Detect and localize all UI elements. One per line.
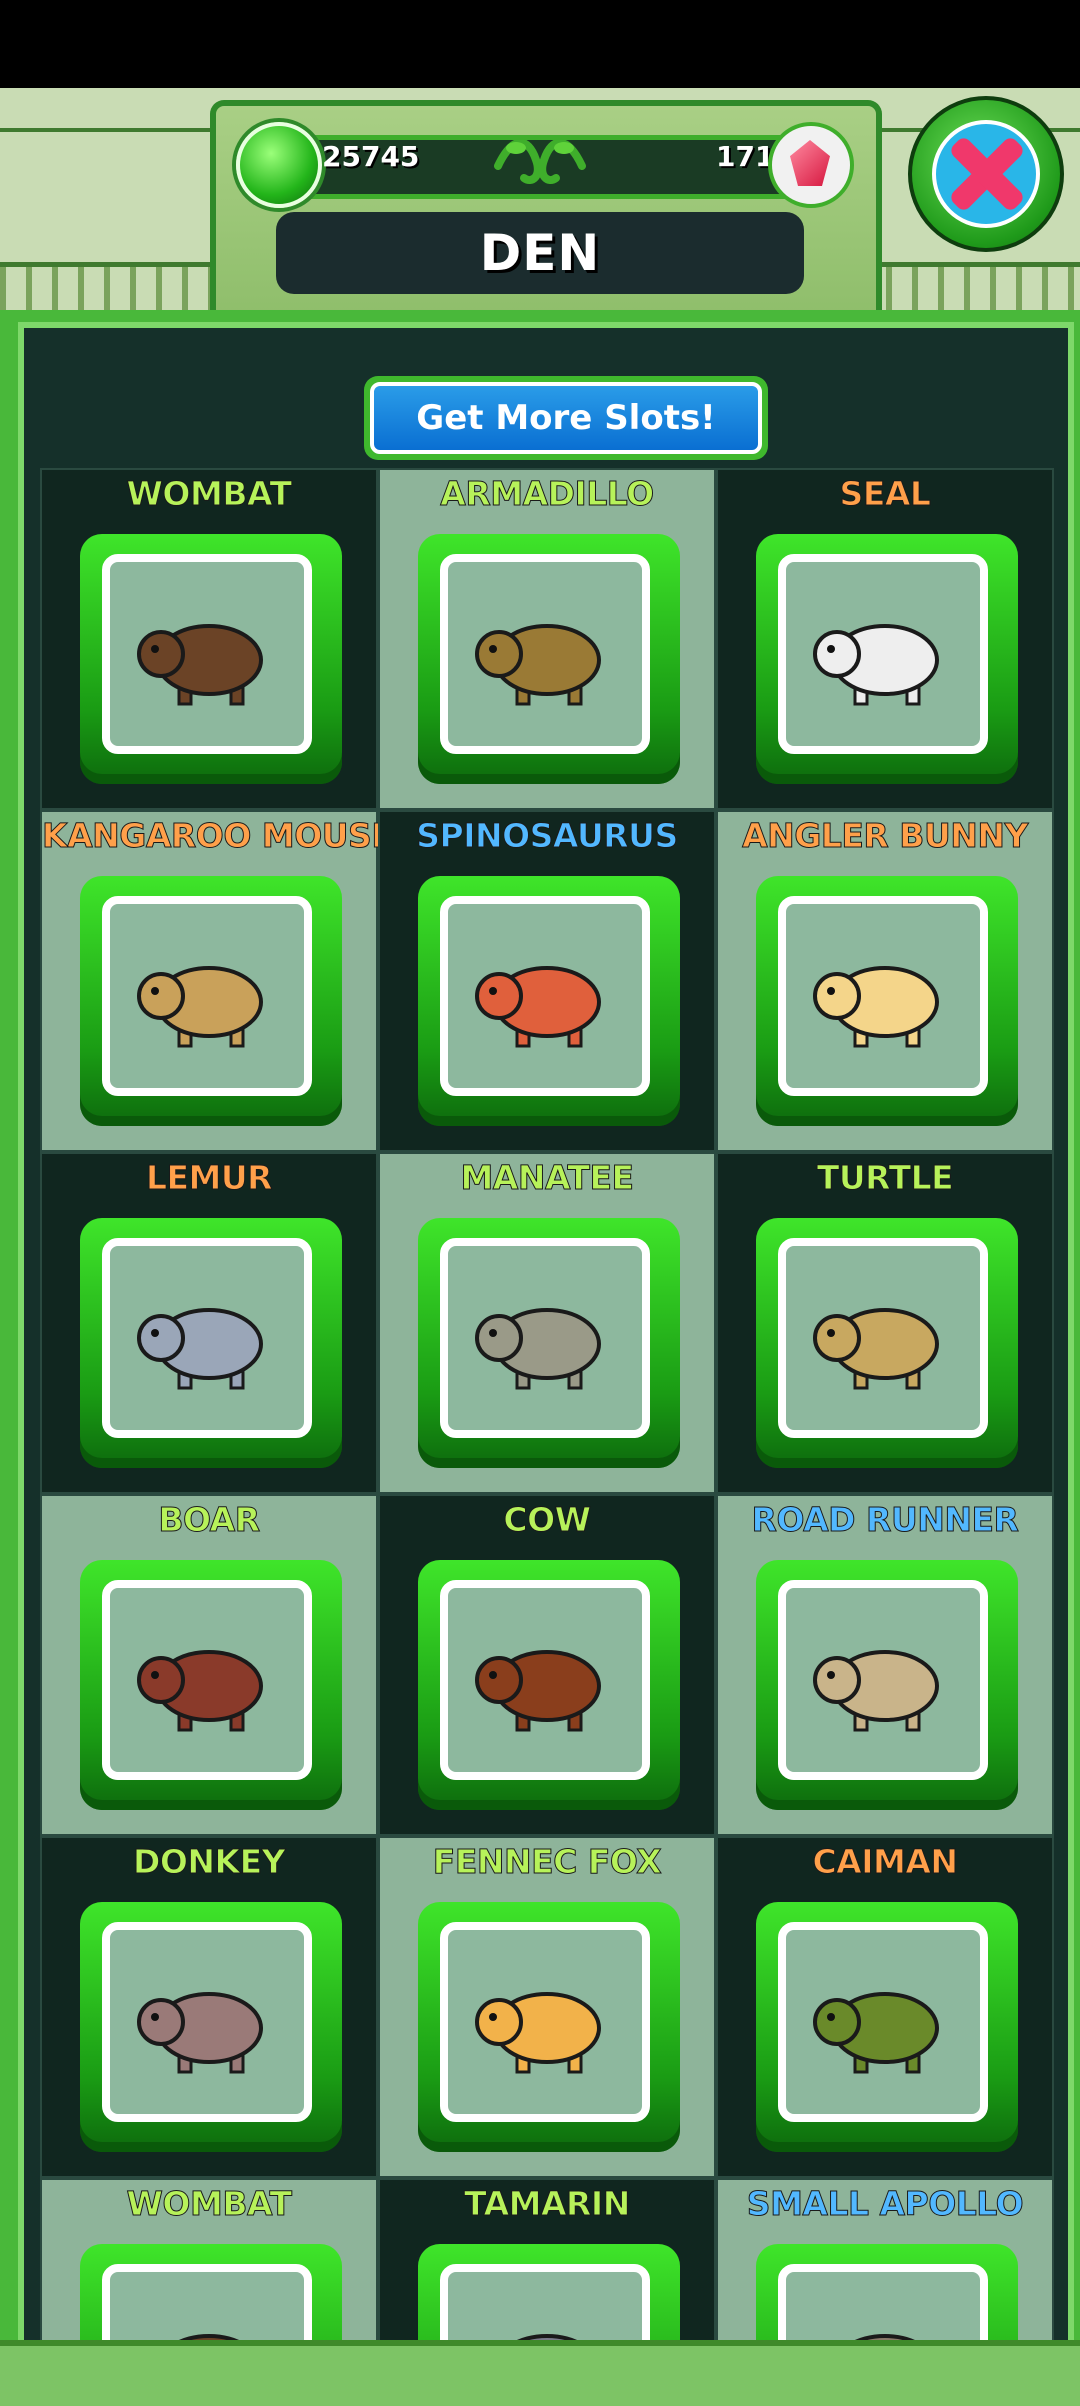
animal-name: TAMARIN xyxy=(464,2184,631,2224)
animal-slot[interactable]: DONKEY xyxy=(40,1836,378,2178)
animal-tile[interactable] xyxy=(80,1218,342,1468)
animal-slot[interactable]: ROAD RUNNER xyxy=(716,1494,1054,1836)
animal-slot[interactable]: SEAL xyxy=(716,468,1054,810)
animal-tile[interactable] xyxy=(418,1218,680,1468)
seal-icon xyxy=(813,624,939,706)
animal-name: WOMBAT xyxy=(126,2184,292,2224)
animal-slot[interactable]: TURTLE xyxy=(716,1152,1054,1494)
fence-rail-left xyxy=(0,262,220,313)
armadillo-icon xyxy=(475,624,601,706)
animal-name: WOMBAT xyxy=(126,474,292,514)
spinosaurus-icon xyxy=(475,966,601,1048)
vine-icon xyxy=(494,138,586,184)
gem-count: 25745 xyxy=(322,140,420,173)
animal-window xyxy=(440,554,650,754)
fence-rail-right xyxy=(860,262,1080,313)
cow-icon xyxy=(475,1650,601,1732)
close-icon xyxy=(932,120,1040,228)
animal-slot[interactable]: CAIMAN xyxy=(716,1836,1054,2178)
animal-window xyxy=(102,1922,312,2122)
animal-slot[interactable]: KANGAROO MOUSE xyxy=(40,810,395,1152)
den-panel: Get More Slots! WOMBAT ARMADILLO SEAL KANGA… xyxy=(0,310,1080,2400)
animal-tile[interactable] xyxy=(418,1902,680,2152)
get-more-slots-label: Get More Slots! xyxy=(370,382,762,454)
animal-tile[interactable] xyxy=(756,1560,1018,1810)
green-gem-icon xyxy=(236,122,322,208)
animal-window xyxy=(102,896,312,1096)
animal-tile[interactable] xyxy=(80,1902,342,2152)
animal-tile[interactable] xyxy=(756,876,1018,1126)
animal-window xyxy=(778,896,988,1096)
animal-slot[interactable]: TAMARIN xyxy=(378,2178,716,2358)
angler-bunny-icon xyxy=(813,966,939,1048)
lemur-icon xyxy=(137,1308,263,1390)
animal-name: ROAD RUNNER xyxy=(751,1500,1019,1540)
caiman-icon xyxy=(813,1992,939,2074)
animal-name: COW xyxy=(503,1500,592,1540)
animal-tile[interactable] xyxy=(418,876,680,1126)
fennec-fox-icon xyxy=(475,1992,601,2074)
animal-slot[interactable]: WOMBAT xyxy=(40,2178,378,2358)
animal-tile[interactable] xyxy=(80,534,342,784)
animal-slot[interactable]: COW xyxy=(378,1494,716,1836)
animal-window xyxy=(102,1238,312,1438)
animal-tile[interactable] xyxy=(418,1560,680,1810)
animal-slot[interactable]: BOAR xyxy=(40,1494,378,1836)
animal-grid: WOMBAT ARMADILLO SEAL KANGAROO MOUSE SPINOSA… xyxy=(40,468,1054,2358)
animal-slot[interactable]: MANATEE xyxy=(378,1152,716,1494)
animal-slot[interactable]: FENNEC FOX xyxy=(378,1836,716,2178)
animal-tile[interactable] xyxy=(756,1902,1018,2152)
animal-window xyxy=(440,896,650,1096)
ruby-icon xyxy=(768,122,854,208)
animal-tile[interactable] xyxy=(80,876,342,1126)
animal-name: TURTLE xyxy=(816,1158,954,1198)
ruby-count: 171 xyxy=(716,140,775,173)
den-panel-inner[interactable]: Get More Slots! WOMBAT ARMADILLO SEAL KANGA… xyxy=(18,322,1074,2364)
animal-window xyxy=(778,1238,988,1438)
wombat-icon xyxy=(137,624,263,706)
animal-name: SPINOSAURUS xyxy=(416,816,679,856)
animal-slot[interactable]: SMALL APOLLO xyxy=(716,2178,1054,2358)
get-more-slots-button[interactable]: Get More Slots! xyxy=(364,376,768,460)
boar-icon xyxy=(137,1650,263,1732)
animal-name: ANGLER BUNNY xyxy=(742,816,1029,856)
close-button[interactable] xyxy=(908,96,1064,252)
manatee-icon xyxy=(475,1308,601,1390)
animal-window xyxy=(440,1922,650,2122)
animal-tile[interactable] xyxy=(80,1560,342,1810)
animal-window xyxy=(778,554,988,754)
page-title: DEN xyxy=(276,212,804,294)
animal-window xyxy=(778,1922,988,2122)
animal-slot[interactable]: SPINOSAURUS xyxy=(378,810,716,1152)
animal-window xyxy=(440,1580,650,1780)
animal-name: SEAL xyxy=(839,474,931,514)
animal-slot[interactable]: LEMUR xyxy=(40,1152,378,1494)
animal-name: BOAR xyxy=(158,1500,261,1540)
animal-name: SMALL APOLLO xyxy=(746,2184,1024,2224)
animal-tile[interactable] xyxy=(756,534,1018,784)
animal-name: DONKEY xyxy=(132,1842,286,1882)
status-bar xyxy=(0,0,1080,88)
road-runner-icon xyxy=(813,1650,939,1732)
animal-window xyxy=(102,554,312,754)
kangaroo-mouse-icon xyxy=(137,966,263,1048)
animal-name: CAIMAN xyxy=(812,1842,959,1882)
animal-window xyxy=(778,1580,988,1780)
animal-name: MANATEE xyxy=(460,1158,635,1198)
donkey-icon xyxy=(137,1992,263,2074)
turtle-icon xyxy=(813,1308,939,1390)
animal-slot[interactable]: WOMBAT xyxy=(40,468,378,810)
animal-tile[interactable] xyxy=(756,1218,1018,1468)
animal-name: LEMUR xyxy=(145,1158,273,1198)
animal-slot[interactable]: ANGLER BUNNY xyxy=(716,810,1054,1152)
bottom-fence xyxy=(0,2340,1080,2406)
animal-window xyxy=(440,1238,650,1438)
animal-slot[interactable]: ARMADILLO xyxy=(378,468,716,810)
animal-name: KANGAROO MOUSE xyxy=(42,816,395,856)
animal-name: ARMADILLO xyxy=(440,474,655,514)
animal-tile[interactable] xyxy=(418,534,680,784)
animal-name: FENNEC FOX xyxy=(432,1842,662,1882)
animal-window xyxy=(102,1580,312,1780)
